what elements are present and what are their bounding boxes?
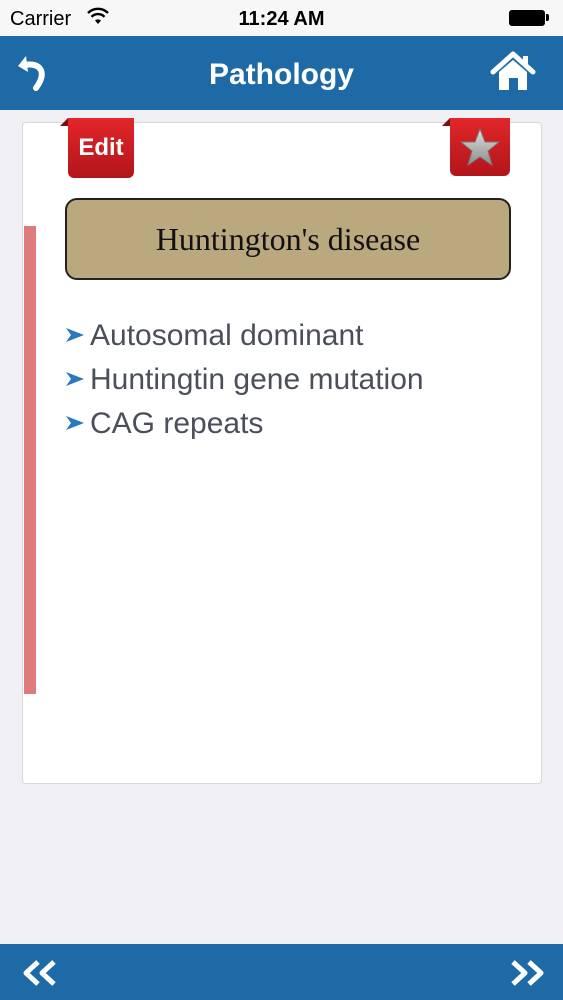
- double-chevron-right-icon[interactable]: [507, 958, 547, 988]
- arrow-bullet-icon: [66, 372, 84, 386]
- card-title: Huntington's disease: [65, 198, 511, 280]
- bullet-list: Autosomal dominant Huntingtin gene mutat…: [66, 314, 424, 446]
- star-icon: [460, 128, 500, 166]
- page-title: Pathology: [208, 58, 354, 91]
- arrow-bullet-icon: [66, 416, 84, 430]
- status-bar: Carrier 11:24 AM: [0, 0, 563, 36]
- list-item: CAG repeats: [66, 402, 424, 446]
- list-item: Autosomal dominant: [66, 314, 424, 358]
- arrow-bullet-icon: [66, 328, 84, 342]
- nav-bar: Pathology: [0, 36, 563, 110]
- bullet-text: Autosomal dominant: [90, 319, 364, 352]
- list-item: Huntingtin gene mutation: [66, 358, 424, 402]
- bullet-text: Huntingtin gene mutation: [90, 363, 424, 396]
- status-time: 11:24 AM: [238, 8, 325, 30]
- home-icon[interactable]: [489, 50, 537, 94]
- battery-icon: [509, 10, 549, 26]
- double-chevron-left-icon[interactable]: [20, 958, 60, 988]
- bullet-text: CAG repeats: [90, 407, 264, 440]
- favorite-button[interactable]: [442, 118, 510, 176]
- card-accent-bar: [24, 226, 36, 694]
- bottom-toolbar: [0, 944, 563, 1000]
- edit-button[interactable]: Edit: [60, 118, 134, 178]
